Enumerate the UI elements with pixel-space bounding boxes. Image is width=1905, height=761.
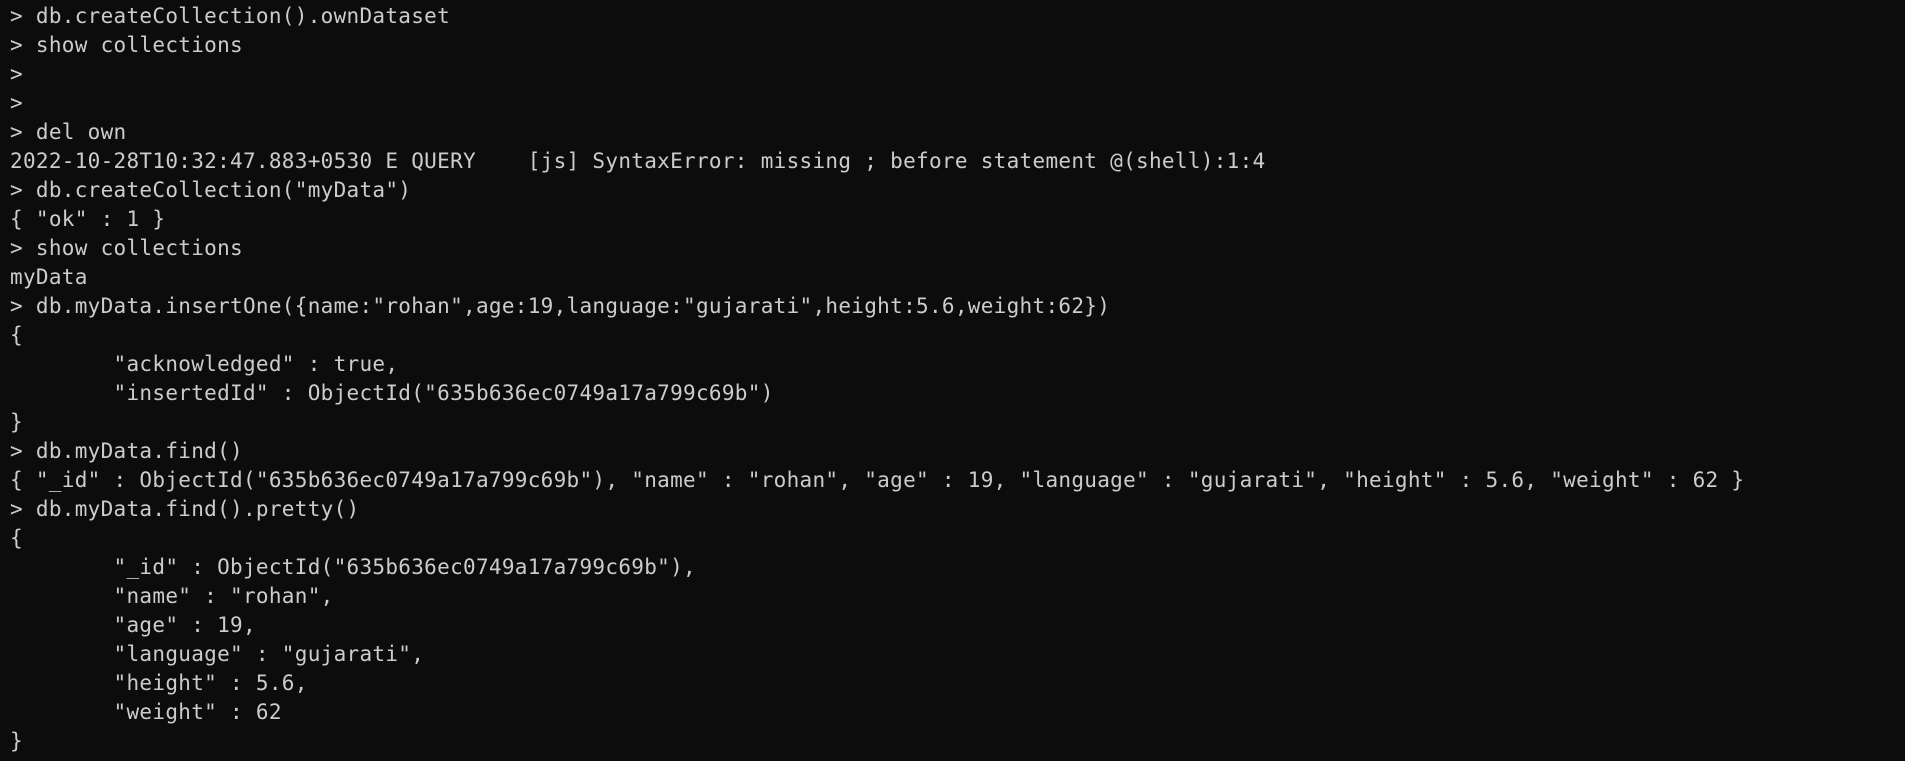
terminal-line: "insertedId" : ObjectId("635b636ec0749a1… (10, 381, 774, 405)
error-line: 2022-10-28T10:32:47.883+0530 E QUERY [js… (10, 149, 1266, 173)
terminal-line: "acknowledged" : true, (10, 352, 399, 376)
terminal-line: "name" : "rohan", (10, 584, 334, 608)
terminal-line: "weight" : 62 (10, 700, 282, 724)
terminal-line: "_id" : ObjectId("635b636ec0749a17a799c6… (10, 555, 696, 579)
terminal-line: "age" : 19, (10, 613, 256, 637)
terminal-line: > (10, 91, 23, 115)
terminal-line: "height" : 5.6, (10, 671, 308, 695)
terminal-line: > db.myData.find() (10, 439, 243, 463)
terminal-line: { "ok" : 1 } (10, 207, 166, 231)
terminal-window[interactable]: > db.createCollection().ownDataset > sho… (0, 0, 1905, 761)
terminal-line: } (10, 729, 23, 753)
terminal-line: > show collections (10, 236, 243, 260)
terminal-line: > show collections (10, 33, 243, 57)
terminal-line: > db.createCollection().ownDataset (10, 4, 451, 28)
terminal-line: { (10, 526, 23, 550)
terminal-line: > db.createCollection("myData") (10, 178, 412, 202)
terminal-line: "language" : "gujarati", (10, 642, 425, 666)
terminal-line: > db.myData.insertOne({name:"rohan",age:… (10, 294, 1111, 318)
terminal-line: { (10, 323, 23, 347)
terminal-line: myData (10, 265, 88, 289)
terminal-line: } (10, 410, 23, 434)
terminal-line: > db.myData.find().pretty() (10, 497, 360, 521)
terminal-line: > del own (10, 120, 127, 144)
terminal-line: > (10, 62, 23, 86)
terminal-line: { "_id" : ObjectId("635b636ec0749a17a799… (10, 468, 1745, 492)
terminal-prompt-line[interactable] (10, 756, 1905, 761)
